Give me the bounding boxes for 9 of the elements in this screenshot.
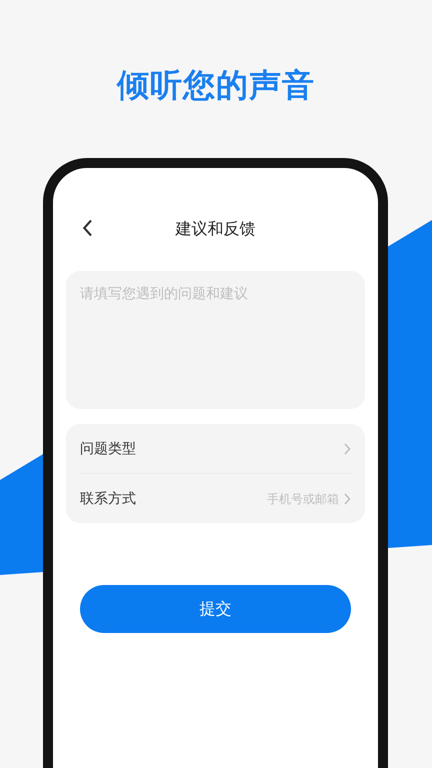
submit-button[interactable]: 提交 bbox=[80, 585, 351, 633]
back-button[interactable] bbox=[82, 219, 94, 239]
option-label: 问题类型 bbox=[80, 440, 137, 458]
nav-title: 建议和反馈 bbox=[176, 218, 256, 240]
headline: 倾听您的声音 bbox=[117, 65, 315, 106]
chevron-right-icon bbox=[343, 492, 351, 504]
option-label: 联系方式 bbox=[80, 490, 137, 508]
chevron-right-icon bbox=[343, 442, 351, 454]
back-icon bbox=[82, 219, 94, 237]
